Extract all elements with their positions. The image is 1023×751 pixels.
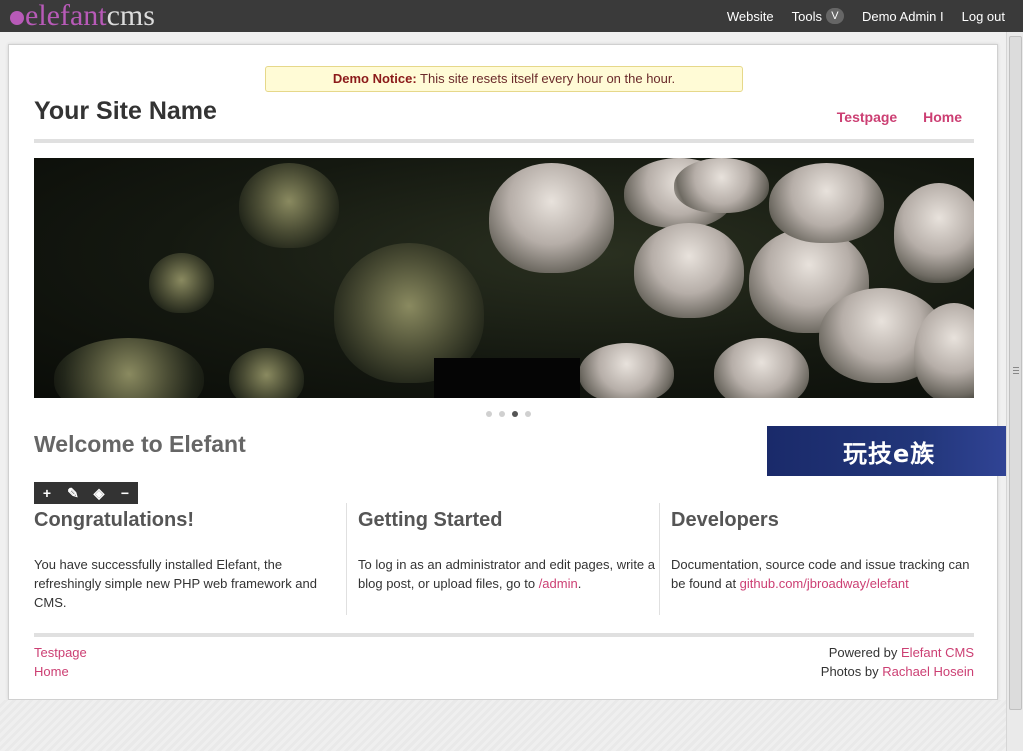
tools-menu[interactable]: Tools V [792, 8, 844, 24]
block-edit-toolbar: + ✎ ◈ − [34, 482, 138, 504]
admin-nav: Website Tools V Demo Admin I Log out [727, 0, 1023, 32]
column-getting-started: Getting Started To log in as an administ… [346, 503, 671, 615]
jellyfish [239, 163, 339, 248]
jellyfish [674, 158, 769, 213]
admin-toolbar: elefant cms Website Tools V Demo Admin I… [0, 0, 1023, 32]
watermark-logo: 玩技e族 [767, 426, 1023, 476]
slider-dot[interactable] [525, 411, 531, 417]
jellyfish [149, 253, 214, 313]
column-title: Developers [671, 509, 779, 531]
grip-icon [1013, 367, 1019, 376]
admin-link[interactable]: /admin [539, 576, 578, 591]
column-congratulations: Congratulations! You have successfully i… [34, 503, 334, 615]
page-container: Demo Notice: This site resets itself eve… [8, 44, 998, 700]
jellyfish [714, 338, 809, 398]
chevron-down-icon: V [825, 8, 844, 24]
photos-by: Photos by Rachael Hosein [820, 664, 974, 679]
banner-slider-image[interactable] [34, 158, 974, 398]
demo-notice-label: Demo Notice: [332, 71, 417, 86]
banner-caption [434, 358, 580, 398]
jellyfish [489, 163, 614, 273]
elefant-cms-link[interactable]: Elefant CMS [901, 645, 974, 660]
header-divider [34, 139, 974, 143]
column-developers: Developers Documentation, source code an… [659, 503, 986, 615]
column-text: You have successfully installed Elefant,… [34, 557, 317, 610]
nav-home[interactable]: Home [923, 109, 962, 125]
column-title: Congratulations! [34, 509, 194, 531]
footer-divider [34, 633, 974, 637]
github-link[interactable]: github.com/jbroadway/elefant [740, 576, 909, 591]
column-title: Getting Started [358, 509, 503, 531]
powered-by: Powered by Elefant CMS [828, 645, 974, 660]
page-background [0, 700, 1006, 751]
slider-dot[interactable] [499, 411, 505, 417]
pencil-icon[interactable]: ✎ [60, 482, 86, 504]
jellyfish [579, 343, 674, 398]
slider-dots [486, 411, 531, 417]
demo-notice-text: This site resets itself every hour on th… [420, 71, 676, 86]
nav-testpage[interactable]: Testpage [837, 109, 897, 125]
slider-dot-active[interactable] [512, 411, 518, 417]
demo-notice: Demo Notice: This site resets itself eve… [265, 66, 743, 92]
footer-credits: Powered by Elefant CMS Photos by Rachael… [821, 643, 974, 681]
column-text: Documentation, source code and issue tra… [671, 557, 970, 591]
jellyfish [769, 163, 884, 243]
tools-label: Tools [791, 8, 822, 24]
column-text: To log in as an administrator and edit p… [358, 557, 656, 591]
logo-text-elefant: elefant [25, 0, 107, 32]
layers-icon[interactable]: ◈ [86, 482, 112, 504]
logout-link[interactable]: Log out [962, 9, 1005, 24]
website-link[interactable]: Website [727, 9, 774, 24]
user-menu[interactable]: Demo Admin I [862, 9, 944, 24]
slider-dot[interactable] [486, 411, 492, 417]
welcome-title: Welcome to Elefant [34, 431, 246, 457]
jellyfish [54, 338, 204, 398]
plus-icon[interactable]: + [34, 482, 60, 504]
elephant-icon [10, 11, 24, 25]
footer-link-home[interactable]: Home [34, 662, 87, 681]
vertical-scrollbar[interactable] [1006, 32, 1023, 751]
minus-icon[interactable]: − [112, 482, 138, 504]
jellyfish [894, 183, 974, 283]
jellyfish [229, 348, 304, 398]
photographer-link[interactable]: Rachael Hosein [882, 664, 974, 679]
main-nav: Testpage Home [815, 109, 962, 125]
scrollbar-thumb[interactable] [1009, 36, 1022, 710]
jellyfish [634, 223, 744, 318]
footer-nav: Testpage Home [34, 643, 87, 681]
logo-text-cms: cms [106, 0, 155, 32]
footer-link-testpage[interactable]: Testpage [34, 643, 87, 662]
site-name[interactable]: Your Site Name [34, 97, 217, 126]
elefant-logo[interactable]: elefant cms [10, 0, 155, 32]
